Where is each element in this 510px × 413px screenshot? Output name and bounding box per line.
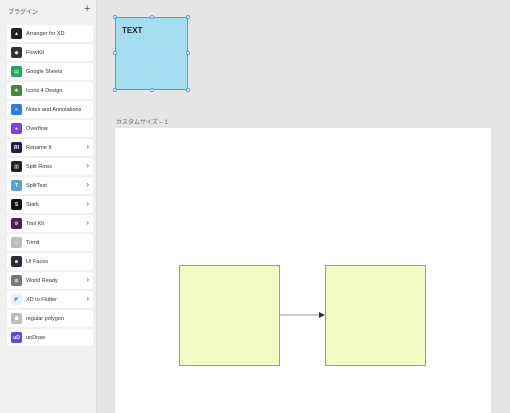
chevron-right-icon[interactable]: ›	[86, 199, 89, 209]
ui-faces-icon: ☻	[11, 256, 22, 267]
resize-handle-tl[interactable]	[113, 15, 117, 19]
plugin-item-splittext[interactable]: T SplitText ›	[7, 177, 93, 194]
plugin-label: Split Rows	[26, 163, 52, 170]
flutter-icon: ◤	[11, 294, 22, 305]
add-plugin-button[interactable]: +	[84, 3, 90, 15]
plugin-item-world-ready[interactable]: ◍ World Ready ›	[7, 272, 93, 289]
resize-handle-ml[interactable]	[113, 51, 117, 55]
icons4design-icon: ❀	[11, 85, 22, 96]
resize-handle-mr[interactable]	[186, 51, 190, 55]
chevron-right-icon[interactable]: ›	[86, 218, 89, 228]
connector-arrow[interactable]	[280, 310, 326, 320]
stark-icon: S	[11, 199, 22, 210]
plugin-item-stark[interactable]: S Stark ›	[7, 196, 93, 213]
plugin-label: Notes and Annotations	[26, 106, 82, 113]
undraw-icon: uD	[11, 332, 22, 343]
plugin-label: Google Sheets	[26, 68, 63, 75]
right-box[interactable]	[325, 265, 426, 366]
resize-handle-bm[interactable]	[150, 88, 154, 92]
resize-handle-tr[interactable]	[186, 15, 190, 19]
resize-handle-tm[interactable]	[150, 15, 154, 19]
chevron-right-icon[interactable]: ›	[86, 180, 89, 190]
panel-title: プラグイン	[8, 10, 39, 16]
plugin-item-arranger[interactable]: ▲ Arranger for XD	[7, 25, 93, 42]
polygon-icon: ⬟	[11, 313, 22, 324]
rename-it-icon: RI	[11, 142, 22, 153]
plugin-item-toolkit[interactable]: ⚙ Tool Kit ›	[7, 215, 93, 232]
plugin-item-rename-it[interactable]: RI Rename It ›	[7, 139, 93, 156]
rectangle-text[interactable]: TEXT	[122, 26, 142, 35]
splittext-icon: T	[11, 180, 22, 191]
plugin-item-flutter[interactable]: ◤ XD to Flutter ›	[7, 291, 93, 308]
plugin-item-polygon[interactable]: ⬟ regular polygon	[7, 310, 93, 327]
plugin-label: XD to Flutter	[26, 296, 57, 303]
chevron-right-icon[interactable]: ›	[86, 142, 89, 152]
plugin-label: Stark	[26, 201, 39, 208]
plugin-item-trimit[interactable]: ▭ Trimit	[7, 234, 93, 251]
trimit-icon: ▭	[11, 237, 22, 248]
plugin-item-flowkit[interactable]: ◆ FlowKit	[7, 44, 93, 61]
toolkit-icon: ⚙	[11, 218, 22, 229]
plugin-label: World Ready	[26, 277, 58, 284]
world-ready-icon: ◍	[11, 275, 22, 286]
resize-handle-bl[interactable]	[113, 88, 117, 92]
plugin-label: Arranger for XD	[26, 30, 65, 37]
plugins-panel: プラグイン + ▲ Arranger for XD ◆ FlowKit ▤ Google …	[0, 0, 97, 413]
chevron-right-icon[interactable]: ›	[86, 294, 89, 304]
plugin-item-split-rows[interactable]: ▥ Split Rows ›	[7, 158, 93, 175]
plugin-item-undraw[interactable]: uD unDraw	[7, 329, 93, 346]
plugin-label: FlowKit	[26, 49, 45, 56]
flowkit-icon: ◆	[11, 47, 22, 58]
left-box[interactable]	[179, 265, 280, 366]
chevron-right-icon[interactable]: ›	[86, 275, 89, 285]
plugin-item-notes[interactable]: ≡ Notes and Annotations	[7, 101, 93, 118]
plugin-item-ui-faces[interactable]: ☻ UI Faces	[7, 253, 93, 270]
plugin-label: Rename It	[26, 144, 52, 151]
notes-icon: ≡	[11, 104, 22, 115]
plugin-label: regular polygon	[26, 315, 64, 322]
plugin-item-google-sheets[interactable]: ▤ Google Sheets	[7, 63, 93, 80]
plugin-label: unDraw	[26, 334, 45, 341]
plugin-list: ▲ Arranger for XD ◆ FlowKit ▤ Google Sheets ❀ I…	[7, 25, 93, 348]
google-sheets-icon: ▤	[11, 66, 22, 77]
artboard[interactable]	[115, 128, 491, 413]
overflow-icon: ●	[11, 123, 22, 134]
plugin-label: UI Faces	[26, 258, 49, 265]
plugin-label: Overflow	[26, 125, 48, 132]
plugin-item-icons4design[interactable]: ❀ Icons 4 Design	[7, 82, 93, 99]
arranger-icon: ▲	[11, 28, 22, 39]
plugin-label: Icons 4 Design	[26, 87, 63, 94]
artboard-title[interactable]: カスタムサイズ – 1	[116, 117, 168, 126]
plugin-item-overflow[interactable]: ● Overflow	[7, 120, 93, 137]
selected-rectangle[interactable]: TEXT	[115, 17, 188, 90]
resize-handle-br[interactable]	[186, 88, 190, 92]
plugin-label: Trimit	[26, 239, 40, 246]
split-rows-icon: ▥	[11, 161, 22, 172]
plugin-label: SplitText	[26, 182, 47, 189]
plugin-label: Tool Kit	[26, 220, 45, 227]
chevron-right-icon[interactable]: ›	[86, 161, 89, 171]
